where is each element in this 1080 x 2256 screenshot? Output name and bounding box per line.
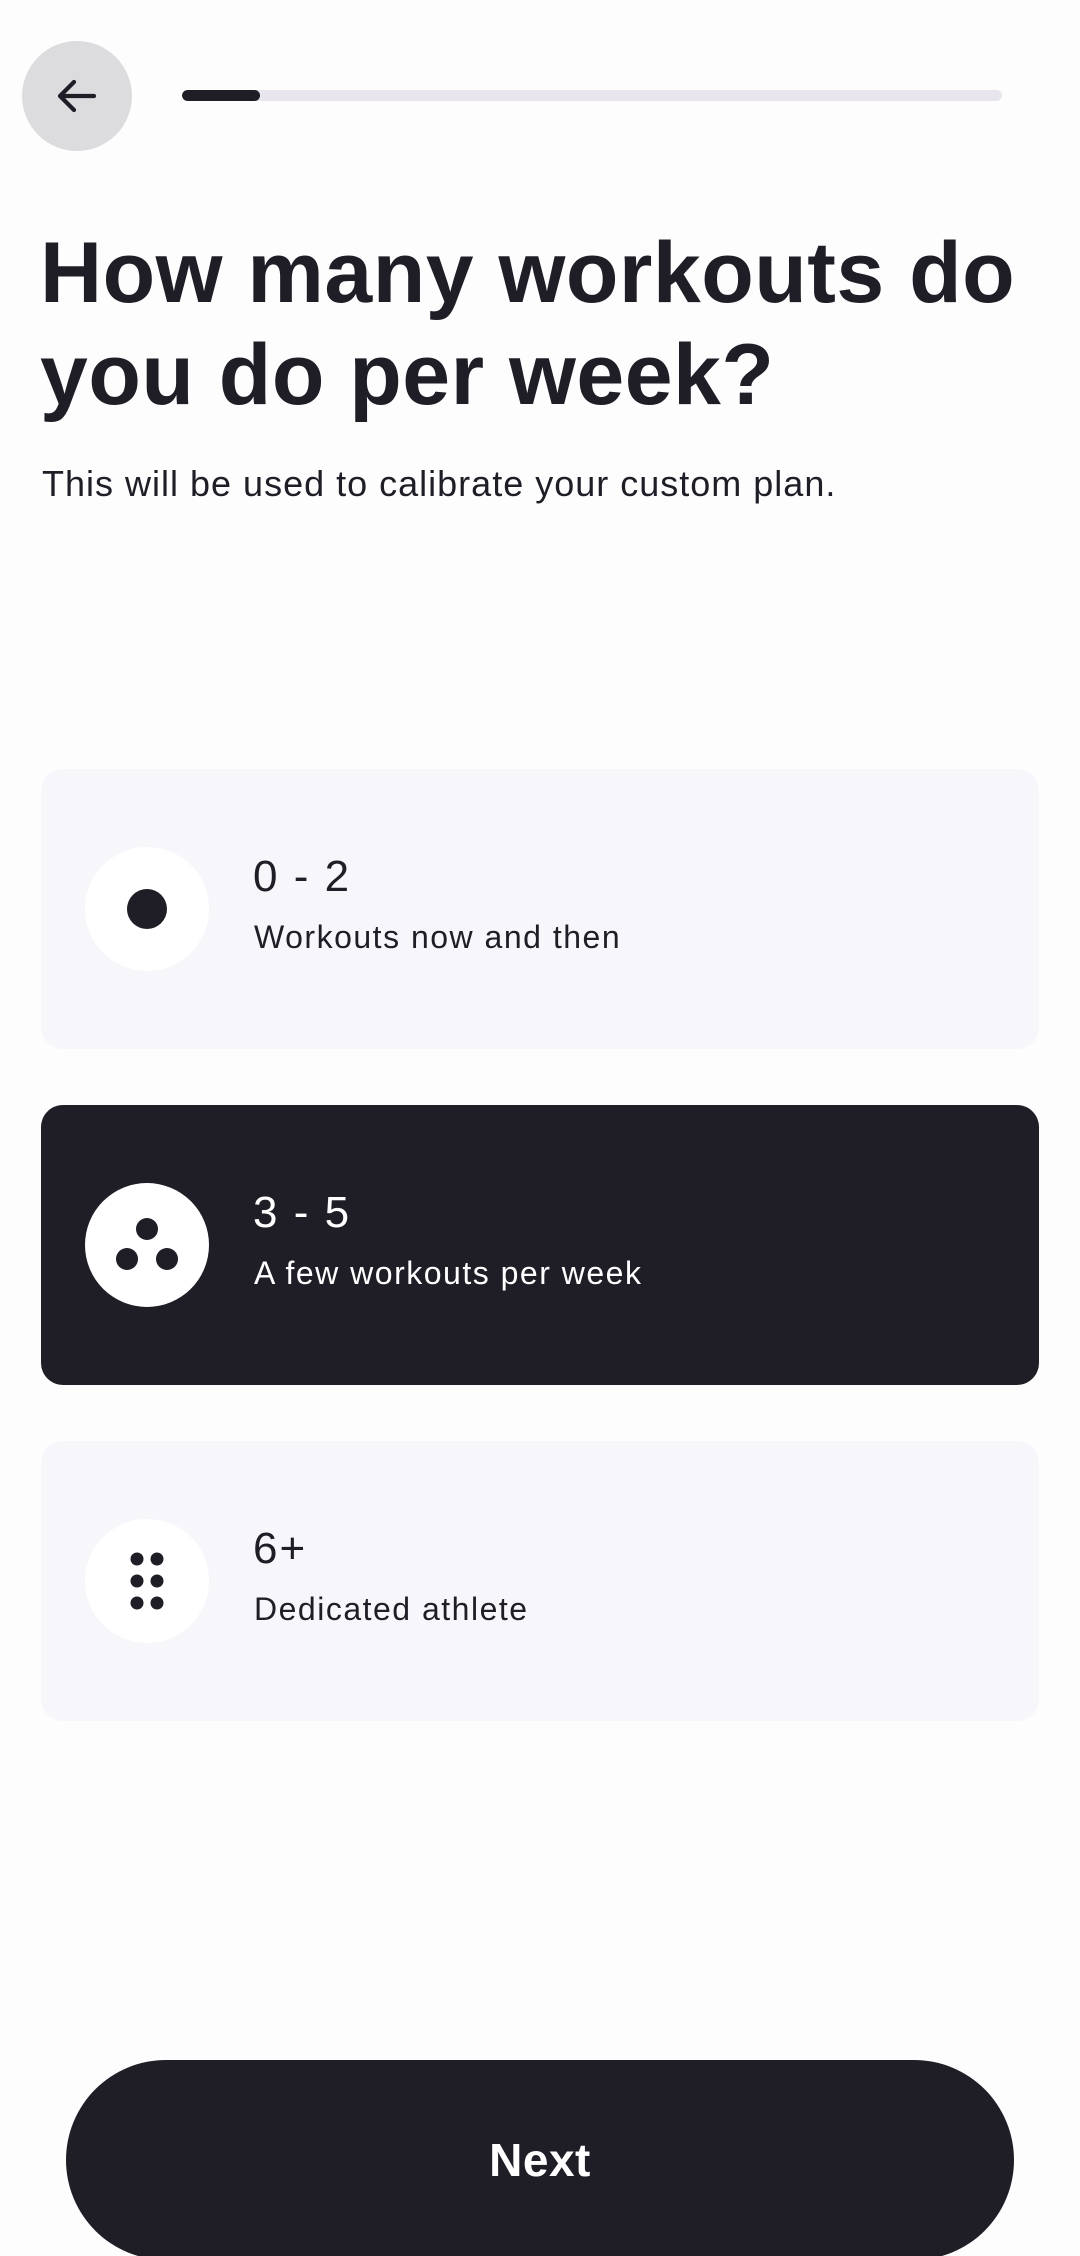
single-dot-icon (85, 847, 209, 971)
option-description: Workouts now and then (254, 919, 622, 955)
option-0-2[interactable]: 0 - 2 Workouts now and then (41, 769, 1039, 1049)
back-button[interactable] (22, 41, 132, 151)
option-6-plus[interactable]: 6+ Dedicated athlete (41, 1441, 1039, 1721)
three-dots-icon (85, 1183, 209, 1307)
six-dots-icon (85, 1519, 209, 1643)
option-label: 3 - 5 (253, 1188, 352, 1237)
arrow-left-icon (52, 71, 102, 121)
option-description: Dedicated athlete (254, 1591, 529, 1627)
onboarding-screen: How many workouts do you do per week? Th… (0, 0, 1080, 2256)
next-button[interactable]: Next (66, 2060, 1014, 2256)
option-3-5[interactable]: 3 - 5 A few workouts per week (41, 1105, 1039, 1385)
option-description: A few workouts per week (254, 1255, 643, 1291)
page-subtitle: This will be used to calibrate your cust… (42, 463, 837, 504)
progress-bar (182, 90, 1002, 101)
option-label: 6+ (253, 1524, 308, 1573)
progress-fill (182, 90, 260, 101)
page-title: How many workouts do you do per week? (40, 225, 1016, 423)
option-label: 0 - 2 (253, 852, 352, 901)
